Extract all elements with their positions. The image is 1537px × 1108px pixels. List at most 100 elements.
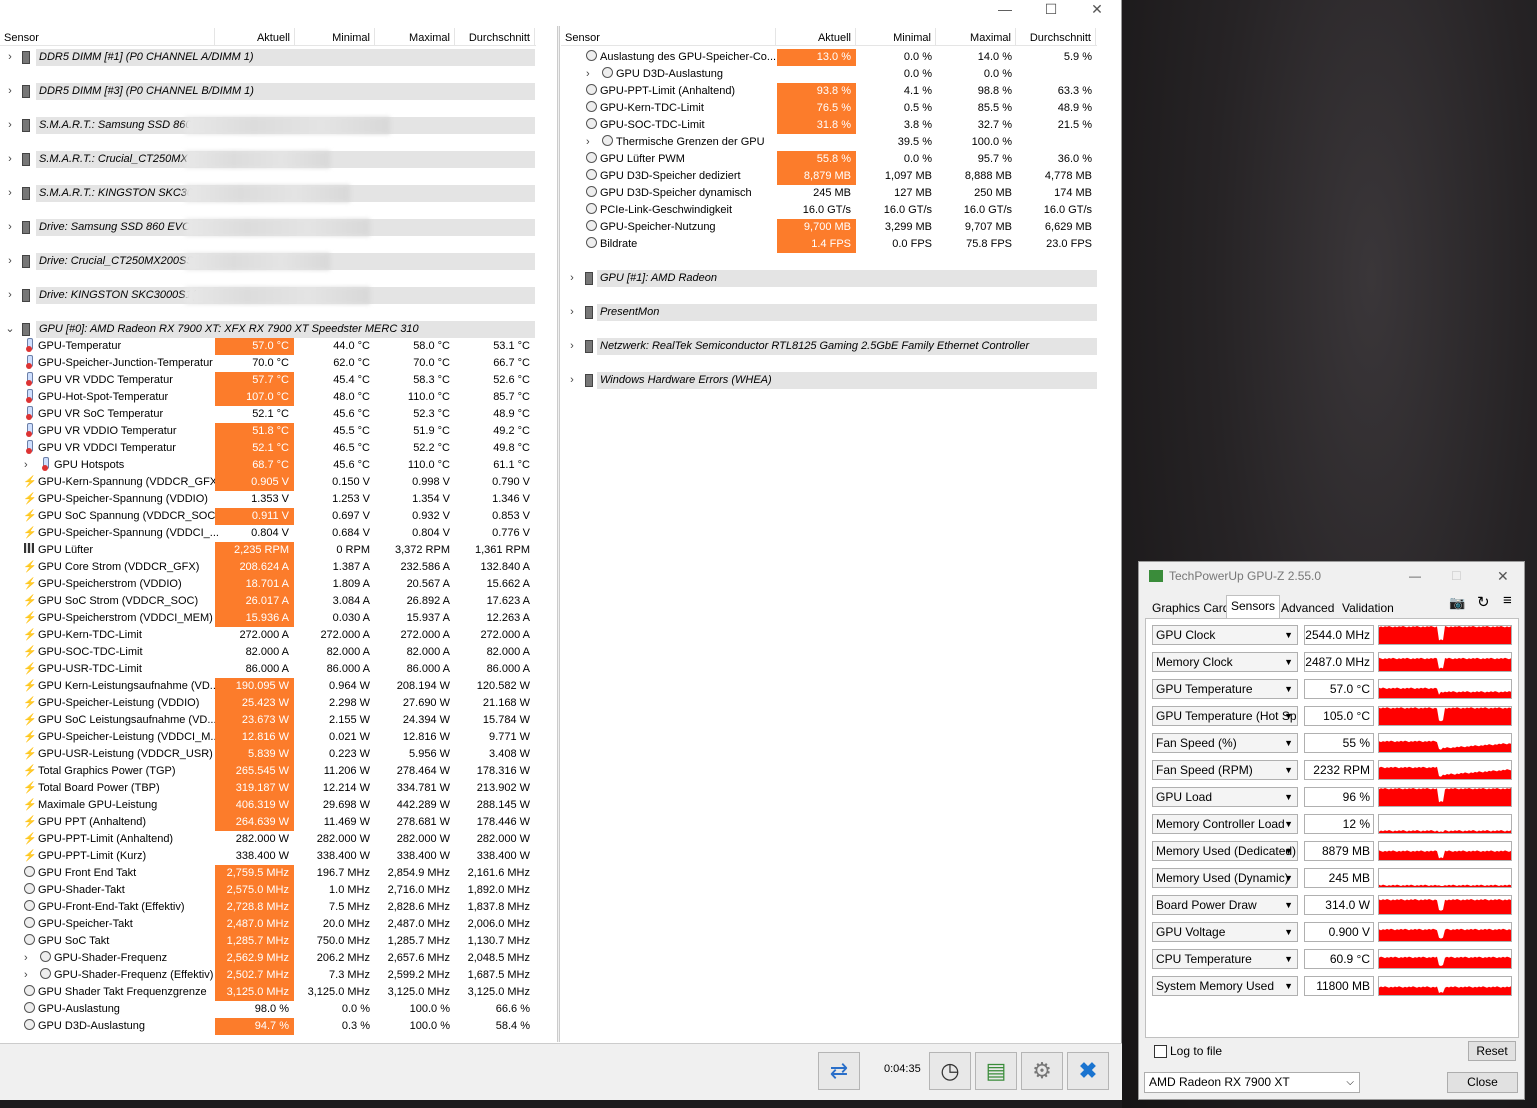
sensor-row[interactable]: ⚡ Total Graphics Power (TGP) 265.545 W 11.2…	[0, 763, 536, 780]
sensor-group-header[interactable]: GPU [#0]: AMD Radeon RX 7900 XT: XFX RX …	[36, 321, 535, 338]
sensor-row[interactable]: ⚡ GPU-Kern-TDC-Limit 272.000 A 272.000 A 272…	[0, 627, 536, 644]
expand-arrow-icon[interactable]: ›	[24, 457, 28, 474]
sensor-select[interactable]: Memory Clock ▼	[1152, 652, 1298, 672]
sensor-select[interactable]: System Memory Used ▼	[1152, 976, 1298, 996]
expand-arrow-icon[interactable]: ›	[24, 967, 28, 984]
sensor-group-header[interactable]: DDR5 DIMM [#1] (P0 CHANNEL A/DIMM 1)	[36, 49, 535, 66]
close-sensors-icon[interactable]: ✖	[1067, 1052, 1109, 1090]
maximize-button[interactable]: ☐	[1031, 0, 1071, 18]
sensor-row[interactable]: ⚡ GPU-Kern-Spannung (VDDCR_GFX) 0.905 V 0.1…	[0, 474, 536, 491]
col-sensor[interactable]: Sensor	[0, 28, 215, 46]
gpu-select-dropdown[interactable]: AMD Radeon RX 7900 XT ⌵	[1144, 1072, 1360, 1093]
sensor-row[interactable]: GPU-Hot-Spot-Temperatur 107.0 °C 48.0 °C 11…	[0, 389, 536, 406]
col-sensor[interactable]: Sensor	[561, 28, 776, 46]
sensor-row[interactable]: ⚡ Maximale GPU-Leistung 406.319 W 29.698 W 4…	[0, 797, 536, 814]
sensor-row[interactable]: ⚡ GPU-Speicherstrom (VDDIO) 18.701 A 1.809 …	[0, 576, 536, 593]
sensor-select[interactable]: Memory Used (Dynamic) ▼	[1152, 868, 1298, 888]
col-avg[interactable]: Durchschnitt	[1016, 28, 1096, 46]
expand-arrow-icon[interactable]: ›	[5, 151, 15, 168]
expand-arrow-icon[interactable]: ›	[567, 304, 577, 321]
sensor-row[interactable]: ⚡ GPU SoC Strom (VDDCR_SOC) 26.017 A 3.084 …	[0, 593, 536, 610]
sensor-select[interactable]: GPU Load ▼	[1152, 787, 1298, 807]
sensor-row[interactable]: GPU VR VDDC Temperatur 57.7 °C 45.4 °C 58.3…	[0, 372, 536, 389]
sensor-row[interactable]: ⚡ GPU PPT (Anhaltend) 264.639 W 11.469 W 278…	[0, 814, 536, 831]
sensor-row[interactable]: GPU-Speicher-Nutzung 9,700 MB 3,299 MB 9,70…	[561, 219, 1097, 236]
sensor-row[interactable]: ⚡ Total Board Power (TBP) 319.187 W 12.214 …	[0, 780, 536, 797]
sensor-select[interactable]: Fan Speed (%) ▼	[1152, 733, 1298, 753]
sensor-row[interactable]: ⚡ GPU-Speicher-Spannung (VDDIO) 1.353 V 1.2…	[0, 491, 536, 508]
network-icon[interactable]: ⇄	[818, 1052, 860, 1090]
col-min[interactable]: Minimal	[856, 28, 936, 46]
sensor-row[interactable]: ⚡ GPU SoC Spannung (VDDCR_SOC) 0.911 V 0.69…	[0, 508, 536, 525]
tab-advanced[interactable]: Advanced	[1277, 598, 1338, 618]
settings-gear-icon[interactable]: ⚙	[1021, 1052, 1063, 1090]
expand-arrow-icon[interactable]: ›	[567, 270, 577, 287]
sensor-select[interactable]: Memory Controller Load ▼	[1152, 814, 1298, 834]
sensor-select[interactable]: GPU Voltage ▼	[1152, 922, 1298, 942]
log-to-file-checkbox[interactable]	[1154, 1045, 1167, 1058]
tab-validation[interactable]: Validation	[1338, 598, 1398, 618]
tab-sensors[interactable]: Sensors	[1226, 595, 1281, 618]
gpuz-minimize-button[interactable]: —	[1409, 562, 1421, 590]
sensor-group-header[interactable]: DDR5 DIMM [#3] (P0 CHANNEL B/DIMM 1)	[36, 83, 535, 100]
sensor-row[interactable]: › GPU-Shader-Frequenz 2,562.9 MHz 206.2 MHz…	[0, 950, 536, 967]
expand-arrow-icon[interactable]: ›	[586, 66, 590, 83]
expand-arrow-icon[interactable]: ›	[5, 49, 15, 66]
sensor-row[interactable]: › Thermische Grenzen der GPU 39.5 % 100.0 %	[561, 134, 1097, 151]
sensor-row[interactable]: GPU D3D-Auslastung 94.7 % 0.3 % 100.0 % 58.4…	[0, 1018, 536, 1035]
reset-button[interactable]: Reset	[1468, 1041, 1516, 1061]
sensor-row[interactable]: ⚡ GPU-Speicher-Leistung (VDDIO) 25.423 W 2.…	[0, 695, 536, 712]
camera-icon[interactable]: 📷	[1449, 595, 1465, 611]
sensor-row[interactable]: Bildrate 1.4 FPS 0.0 FPS 75.8 FPS 23.0 FPS	[561, 236, 1097, 253]
sensor-row[interactable]: ⚡ GPU-Speicherstrom (VDDCI_MEM) 15.936 A 0.…	[0, 610, 536, 627]
sensor-row[interactable]: GPU-Front-End-Takt (Effektiv) 2,728.8 MHz…	[0, 899, 536, 916]
sensor-row[interactable]: GPU Lüfter 2,235 RPM 0 RPM 3,372 RPM 1,361 R…	[0, 542, 536, 559]
gpuz-maximize-button[interactable]: ☐	[1451, 562, 1462, 590]
sensor-select[interactable]: Board Power Draw ▼	[1152, 895, 1298, 915]
expand-arrow-icon[interactable]: ›	[5, 83, 15, 100]
sensor-row[interactable]: PCIe-Link-Geschwindigkeit 16.0 GT/s 16.0 G…	[561, 202, 1097, 219]
refresh-icon[interactable]: ↻	[1477, 593, 1490, 611]
sensor-row[interactable]: GPU-Temperatur 57.0 °C 44.0 °C 58.0 °C 53.1 …	[0, 338, 536, 355]
sensor-row[interactable]: GPU-Speicher-Junction-Temperatur 70.0 °C 6…	[0, 355, 536, 372]
sensor-row[interactable]: GPU Lüfter PWM 55.8 % 0.0 % 95.7 % 36.0 %	[561, 151, 1097, 168]
close-button[interactable]: ✕	[1077, 0, 1117, 18]
col-current[interactable]: Aktuell	[776, 28, 856, 46]
sensor-row[interactable]: Auslastung des GPU-Speicher-Co... 13.0 % 0…	[561, 49, 1097, 66]
sensor-row[interactable]: ⚡ GPU Kern-Leistungsaufnahme (VD... 190.09…	[0, 678, 536, 695]
sensor-row[interactable]: GPU D3D-Speicher dynamisch 245 MB 127 MB 25…	[561, 185, 1097, 202]
sensor-row[interactable]: ⚡ GPU-Speicher-Spannung (VDDCI_... 0.804 V…	[0, 525, 536, 542]
add-report-icon[interactable]: ▤	[975, 1052, 1017, 1090]
expand-arrow-icon[interactable]: ›	[586, 134, 590, 151]
sensor-row[interactable]: › GPU D3D-Auslastung 0.0 % 0.0 %	[561, 66, 1097, 83]
minimize-button[interactable]: —	[985, 0, 1025, 18]
sensor-row[interactable]: ⚡ GPU-SOC-TDC-Limit 82.000 A 82.000 A 82.000…	[0, 644, 536, 661]
col-min[interactable]: Minimal	[295, 28, 375, 46]
sensor-row[interactable]: GPU-Kern-TDC-Limit 76.5 % 0.5 % 85.5 % 48.9 …	[561, 100, 1097, 117]
sensor-group-header[interactable]: GPU [#1]: AMD Radeon	[597, 270, 1097, 287]
sensor-row[interactable]: GPU-Auslastung 98.0 % 0.0 % 100.0 % 66.6 %	[0, 1001, 536, 1018]
sensor-select[interactable]: CPU Temperature ▼	[1152, 949, 1298, 969]
sensor-row[interactable]: GPU-SOC-TDC-Limit 31.8 % 3.8 % 32.7 % 21.5 %	[561, 117, 1097, 134]
sensor-row[interactable]: ⚡ GPU-USR-Leistung (VDDCR_USR) 5.839 W 0.22…	[0, 746, 536, 763]
sensor-row[interactable]: GPU VR SoC Temperatur 52.1 °C 45.6 °C 52.3 …	[0, 406, 536, 423]
sensor-row[interactable]: GPU-Speicher-Takt 2,487.0 MHz 20.0 MHz 2,48…	[0, 916, 536, 933]
pane-splitter[interactable]	[557, 26, 560, 1042]
sensor-row[interactable]: GPU-PPT-Limit (Anhaltend) 93.8 % 4.1 % 98.8…	[561, 83, 1097, 100]
expand-arrow-icon[interactable]: ›	[5, 185, 15, 202]
sensor-row[interactable]: GPU VR VDDIO Temperatur 51.8 °C 45.5 °C 51.…	[0, 423, 536, 440]
sensor-row[interactable]: GPU Front End Takt 2,759.5 MHz 196.7 MHz 2,…	[0, 865, 536, 882]
sensor-select[interactable]: Fan Speed (RPM) ▼	[1152, 760, 1298, 780]
sensor-row[interactable]: ⚡ GPU-Speicher-Leistung (VDDCI_M... 12.816…	[0, 729, 536, 746]
sensor-row[interactable]: GPU D3D-Speicher dediziert 8,879 MB 1,097 …	[561, 168, 1097, 185]
gpuz-close-button[interactable]: ✕	[1497, 562, 1509, 590]
sensor-select[interactable]: GPU Temperature (Hot Spot) ▼	[1152, 706, 1298, 726]
tab-graphics-card[interactable]: Graphics Card	[1148, 598, 1233, 618]
sensor-group-header[interactable]: Windows Hardware Errors (WHEA)	[597, 372, 1097, 389]
expand-arrow-icon[interactable]: ›	[5, 117, 15, 134]
sensor-row[interactable]: GPU SoC Takt 1,285.7 MHz 750.0 MHz 1,285.7 …	[0, 933, 536, 950]
sensor-group-header[interactable]: PresentMon	[597, 304, 1097, 321]
sensor-row[interactable]: GPU VR VDDCI Temperatur 52.1 °C 46.5 °C 52.…	[0, 440, 536, 457]
expand-arrow-icon[interactable]: ›	[5, 219, 15, 236]
sensor-row[interactable]: › GPU-Shader-Frequenz (Effektiv) 2,502.7 M…	[0, 967, 536, 984]
